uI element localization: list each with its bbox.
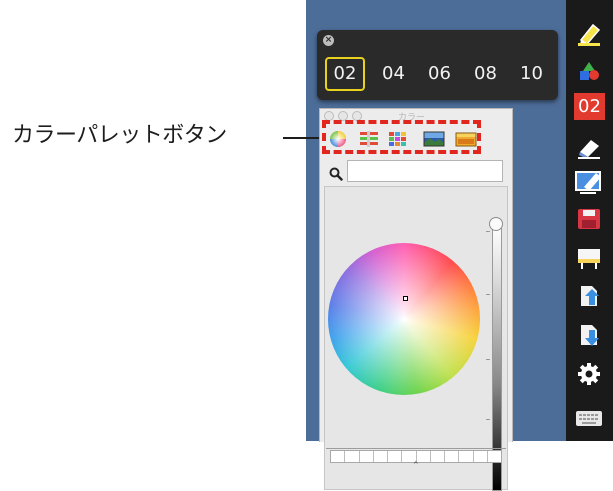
slider-tick <box>486 294 490 295</box>
color-wheel-cursor[interactable] <box>403 296 408 301</box>
divider <box>326 448 506 449</box>
image-palette-icon[interactable] <box>423 130 445 148</box>
color-palettes-icon[interactable] <box>388 130 408 148</box>
swatch-cell[interactable] <box>374 451 388 462</box>
brightness-slider-knob[interactable] <box>489 217 503 231</box>
swatch-cell[interactable] <box>345 451 360 462</box>
stroke-width-indicator[interactable]: 02 <box>574 93 605 120</box>
stroke-width-option-06[interactable]: 06 <box>417 57 462 91</box>
highlighter-icon[interactable] <box>573 20 605 48</box>
swatch-cell[interactable] <box>459 451 474 462</box>
stroke-width-option-10[interactable]: 10 <box>509 57 554 91</box>
settings-icon[interactable] <box>573 360 605 388</box>
search-icon <box>329 166 343 181</box>
color-mode-toolbar <box>325 125 507 153</box>
swatch-cell[interactable] <box>331 451 346 462</box>
slider-tick <box>486 231 490 232</box>
color-picker-window: カラー ⌃ <box>319 108 513 491</box>
export-icon[interactable] <box>573 282 605 310</box>
swatch-drawer-handle[interactable]: ⌃ <box>412 461 420 471</box>
callout-label: カラーパレットボタン <box>12 123 227 148</box>
screen-pen-icon[interactable] <box>573 168 605 196</box>
save-icon[interactable] <box>573 205 605 233</box>
swatch-cell[interactable] <box>388 451 403 462</box>
crayons-icon[interactable] <box>455 130 477 148</box>
callout-leader-line <box>283 137 322 139</box>
color-wheel-icon[interactable] <box>328 130 348 148</box>
eraser-icon[interactable] <box>573 133 605 161</box>
swatch-cell[interactable] <box>474 451 488 462</box>
color-search-input[interactable] <box>347 160 503 182</box>
right-toolbar: 02 <box>566 0 613 441</box>
slider-tick <box>486 359 490 360</box>
stroke-width-panel: × 02 04 06 08 10 <box>317 30 558 100</box>
close-icon[interactable]: × <box>323 35 334 46</box>
import-icon[interactable] <box>573 321 605 349</box>
whiteboard-icon[interactable] <box>573 244 605 272</box>
swatch-cell[interactable] <box>431 451 445 462</box>
swatch-cell[interactable] <box>445 451 460 462</box>
swatch-cell[interactable] <box>488 451 501 462</box>
swatch-cell[interactable] <box>360 451 374 462</box>
stroke-width-options: 02 04 06 08 10 <box>325 57 555 91</box>
color-sliders-icon[interactable] <box>359 130 379 148</box>
keyboard-icon[interactable] <box>573 403 605 431</box>
color-wheel[interactable] <box>328 243 480 395</box>
stroke-width-option-04[interactable]: 04 <box>371 57 416 91</box>
shapes-icon[interactable] <box>573 57 605 85</box>
stroke-width-option-08[interactable]: 08 <box>463 57 508 91</box>
slider-tick <box>486 419 490 420</box>
stroke-width-option-02[interactable]: 02 <box>325 57 365 91</box>
